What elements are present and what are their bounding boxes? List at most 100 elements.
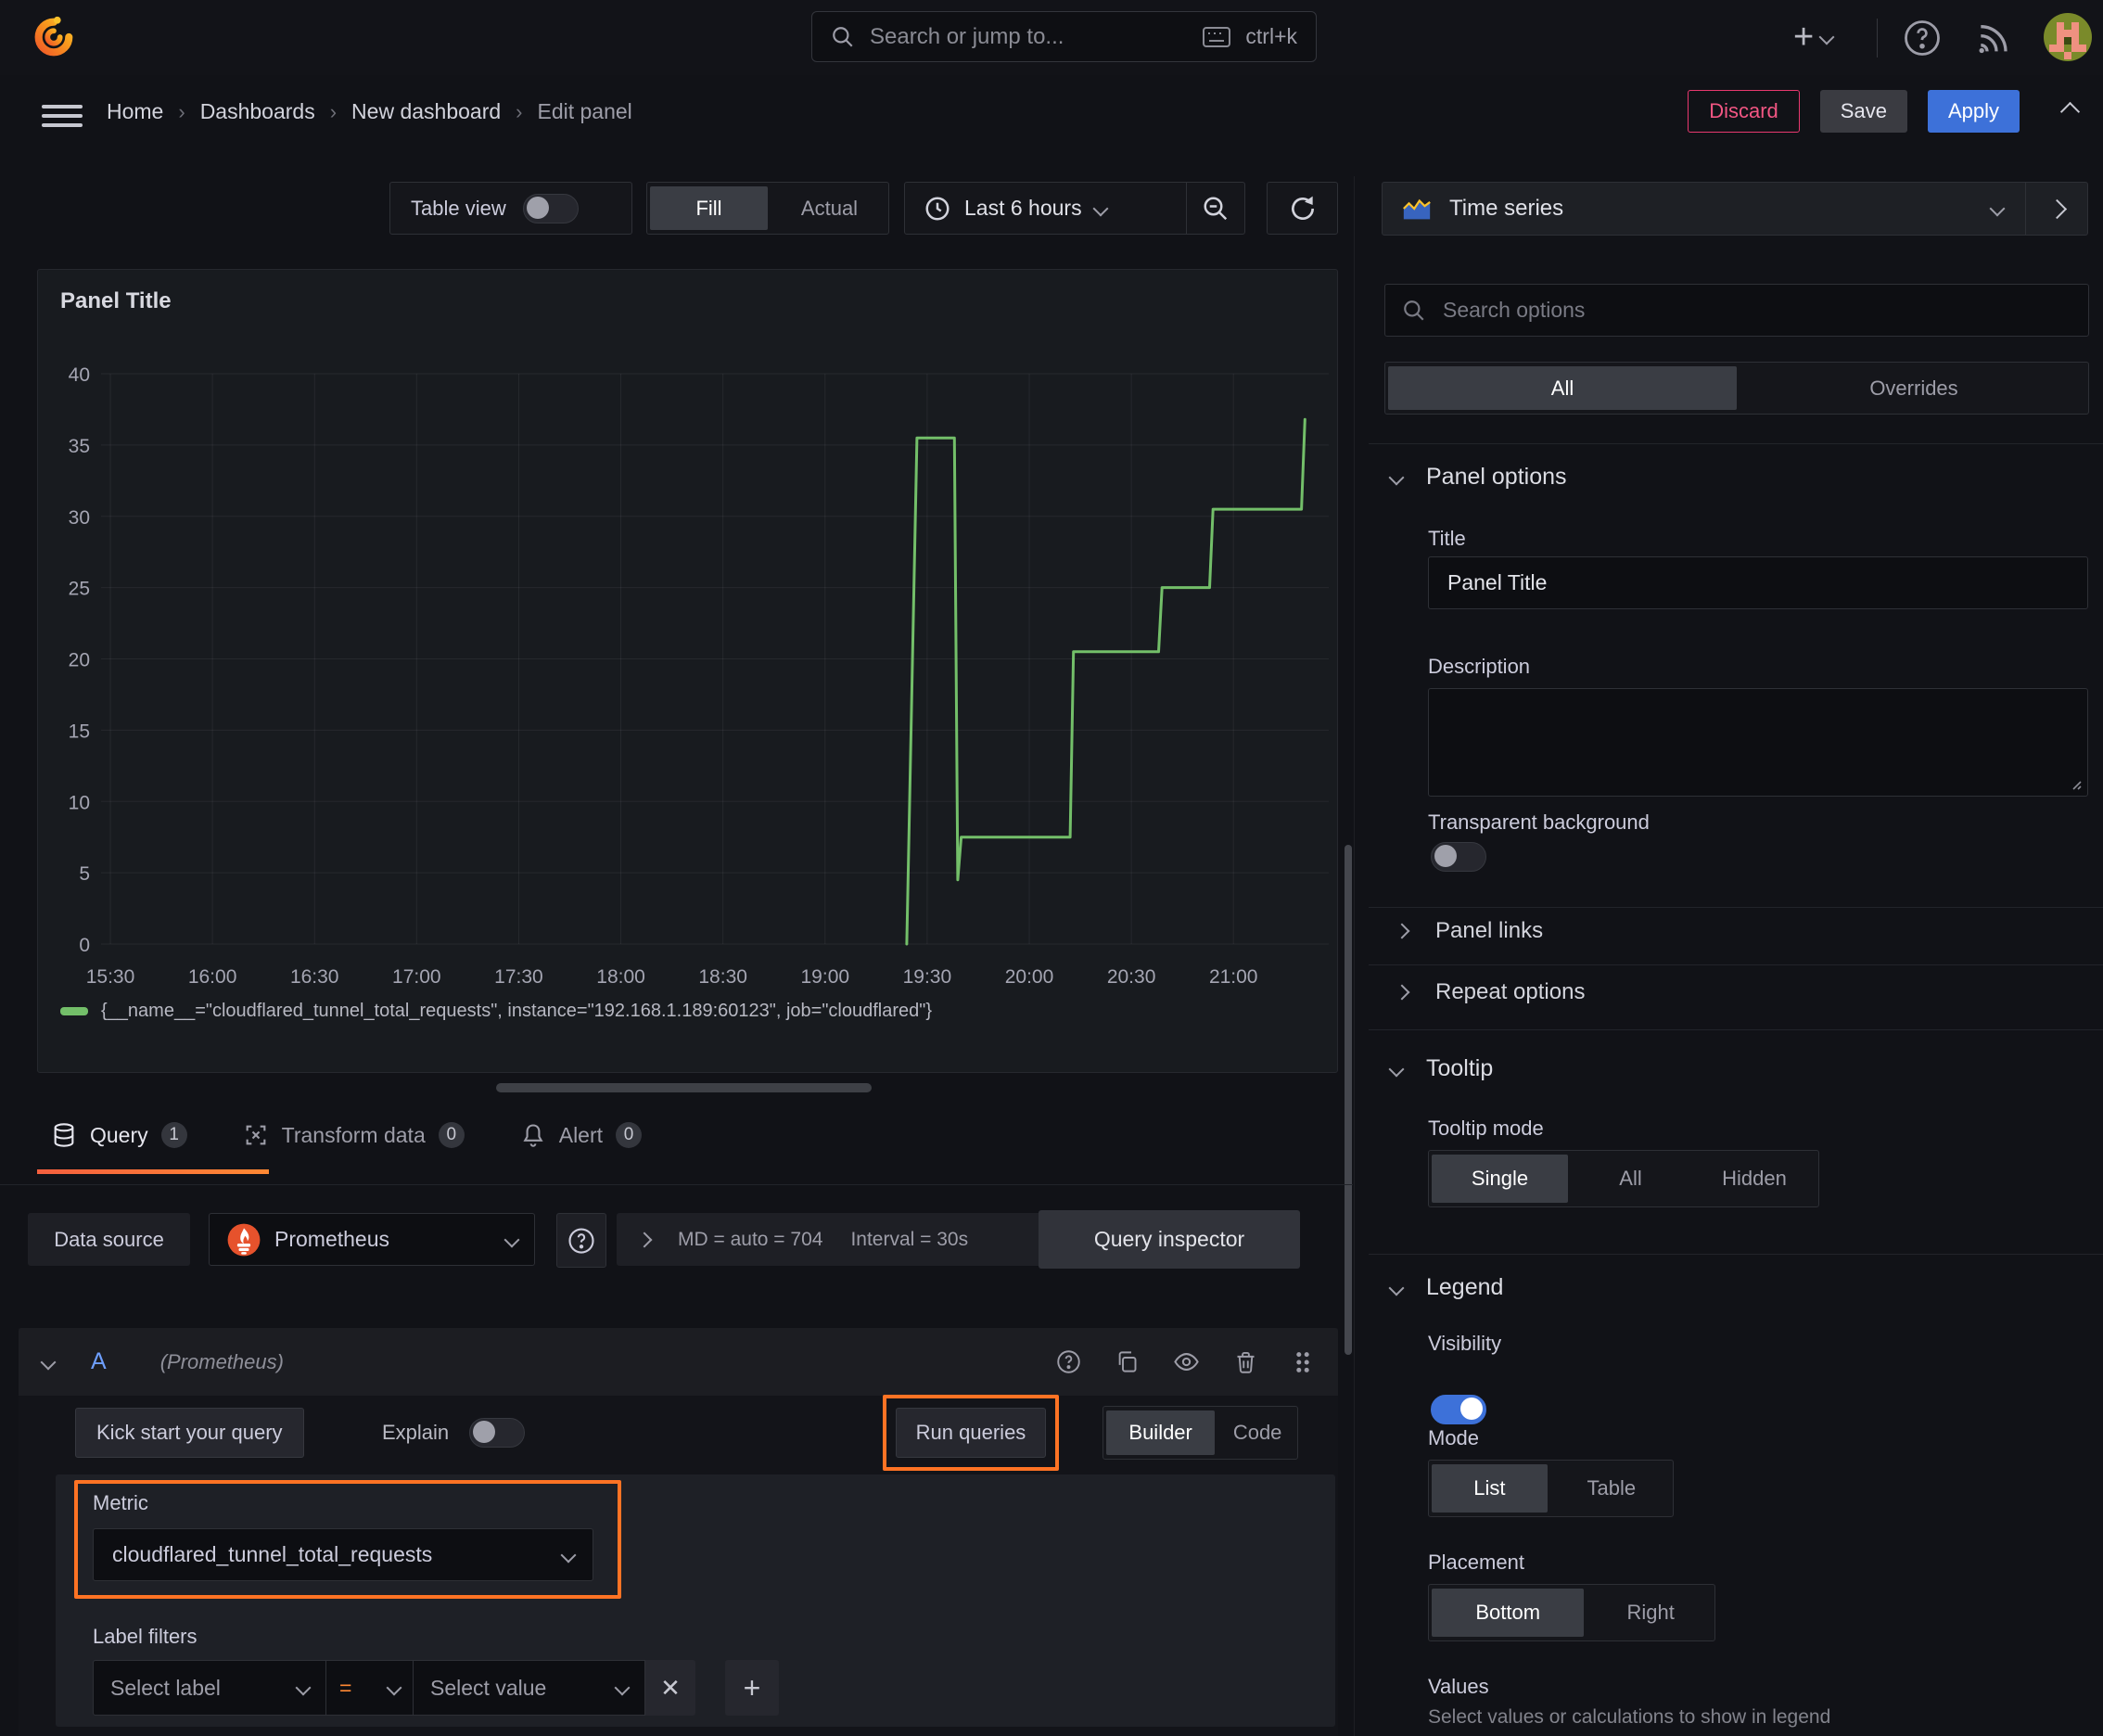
actual-option[interactable]: Actual [771, 183, 888, 234]
tab-transform[interactable]: Transform data 0 [243, 1122, 465, 1148]
description-label: Description [1428, 655, 1531, 678]
x-tick-label: 16:00 [188, 966, 237, 988]
save-button[interactable]: Save [1819, 90, 1907, 133]
remove-filter-button[interactable]: ✕ [645, 1660, 695, 1716]
query-options-summary[interactable]: MD = auto = 704 Interval = 30s [617, 1213, 1062, 1266]
add-menu-button[interactable]: + [1793, 17, 1835, 57]
datasource-picker[interactable]: Prometheus [209, 1213, 535, 1266]
time-series-chart[interactable]: 0 5 10 15 20 25 30 35 40 15:30 16:00 16:30 17:00 17:3… [38, 270, 1337, 1072]
panel-options-header[interactable]: Panel options [1388, 464, 1567, 491]
tooltip-mode-label: Tooltip mode [1428, 1117, 1544, 1140]
legend-mode-list[interactable]: List [1432, 1464, 1548, 1513]
breadcrumb-home[interactable]: Home [107, 99, 163, 124]
series-line[interactable] [905, 417, 1306, 946]
time-range-picker[interactable]: Last 6 hours [905, 195, 1186, 223]
panel-title-input[interactable] [1428, 556, 2088, 609]
discard-button[interactable]: Discard [1688, 90, 1800, 133]
options-tab-all[interactable]: All [1388, 366, 1737, 410]
placement-bottom[interactable]: Bottom [1432, 1589, 1585, 1637]
section-divider [1369, 443, 2103, 444]
zoom-out-icon[interactable] [1187, 183, 1244, 234]
x-tick-label: 17:00 [392, 966, 441, 988]
news-rss-icon[interactable] [1973, 20, 2010, 57]
tab-query[interactable]: Query 1 [51, 1122, 187, 1148]
explain-toggle[interactable] [469, 1418, 526, 1448]
section-divider [1369, 964, 2103, 965]
tooltip-mode-single[interactable]: Single [1432, 1155, 1568, 1203]
drag-handle-grip-icon[interactable] [1292, 1349, 1314, 1375]
tab-alert[interactable]: Alert 0 [520, 1122, 643, 1148]
database-icon [51, 1122, 77, 1148]
run-queries-button[interactable]: Run queries [896, 1408, 1046, 1458]
tab-transform-label: Transform data [281, 1122, 426, 1147]
legend-section-header[interactable]: Legend [1388, 1274, 1504, 1301]
toggle-viz-options-icon[interactable] [2026, 198, 2087, 219]
search-options-field[interactable] [1441, 297, 2071, 324]
code-option[interactable]: Code [1217, 1407, 1297, 1459]
help-icon[interactable] [1903, 19, 1942, 57]
grafana-logo-icon[interactable] [31, 15, 75, 59]
placement-right[interactable]: Right [1587, 1585, 1714, 1640]
breadcrumb-separator: › [329, 99, 338, 123]
query-inspector-button[interactable]: Query inspector [1039, 1210, 1300, 1269]
legend-mode-table[interactable]: Table [1550, 1461, 1673, 1516]
scrollbar-thumb[interactable] [1345, 845, 1352, 1355]
legend-swatch[interactable] [60, 1007, 88, 1015]
breadcrumb-new-dashboard[interactable]: New dashboard [351, 99, 501, 124]
keyboard-icon [1203, 26, 1231, 47]
kickstart-query-button[interactable]: Kick start your query [75, 1408, 304, 1458]
search-icon [831, 25, 855, 49]
panel-title-field[interactable] [1446, 569, 2071, 596]
repeat-options-section[interactable]: Repeat options [1394, 979, 1585, 1005]
legend-title: Legend [1426, 1274, 1504, 1300]
add-filter-button[interactable]: + [725, 1660, 779, 1716]
select-value-dropdown[interactable]: Select value [414, 1660, 645, 1716]
legend-series-name[interactable]: {__name__="cloudflared_tunnel_total_requ… [101, 1001, 932, 1022]
delete-query-trash-icon[interactable] [1233, 1349, 1258, 1374]
collapse-up-icon[interactable] [2059, 101, 2081, 123]
legend-mode-segmented: List Table [1428, 1460, 1674, 1517]
options-tab-overrides[interactable]: Overrides [1740, 363, 2088, 414]
legend-placement-segmented: Bottom Right [1428, 1584, 1715, 1641]
fill-option[interactable]: Fill [650, 186, 768, 230]
visualization-picker[interactable]: Time series [1382, 182, 2088, 236]
builder-code-segmented: Builder Code [1102, 1406, 1298, 1460]
datasource-label: Data source [28, 1213, 190, 1266]
transparent-background-toggle[interactable] [1431, 842, 1486, 872]
select-value-placeholder: Select value [430, 1675, 547, 1700]
avatar[interactable] [2044, 13, 2092, 61]
tooltip-section-header[interactable]: Tooltip [1388, 1055, 1493, 1082]
query-help-icon[interactable] [1056, 1349, 1081, 1374]
duplicate-query-icon[interactable] [1115, 1349, 1140, 1374]
panel-links-section[interactable]: Panel links [1394, 918, 1543, 944]
datasource-help-icon[interactable] [556, 1213, 606, 1268]
y-tick-label: 30 [69, 507, 90, 529]
builder-option[interactable]: Builder [1106, 1410, 1216, 1455]
chart-panel: Panel Title 0 5 10 15 20 25 30 35 40 15:30 16:00 16… [37, 269, 1338, 1073]
operator-dropdown[interactable]: = [326, 1660, 414, 1716]
hide-response-eye-icon[interactable] [1173, 1348, 1200, 1375]
apply-button[interactable]: Apply [1927, 90, 2020, 133]
tooltip-mode-all[interactable]: All [1571, 1151, 1690, 1206]
search-options-input[interactable] [1384, 284, 2089, 337]
y-tick-label: 20 [69, 650, 90, 671]
bell-icon [520, 1122, 546, 1148]
resize-handle-icon[interactable] [2069, 777, 2082, 790]
refresh-icon[interactable] [1267, 182, 1338, 235]
breadcrumb-dashboards[interactable]: Dashboards [200, 99, 315, 124]
global-search-input[interactable]: Search or jump to... ctrl+k [811, 11, 1317, 62]
metric-select[interactable]: cloudflared_tunnel_total_requests [93, 1528, 593, 1581]
tabs-divider [0, 1184, 1353, 1185]
query-row-header[interactable]: A (Prometheus) [19, 1328, 1338, 1396]
description-textarea[interactable] [1428, 688, 2088, 797]
table-view-toggle[interactable] [522, 193, 579, 223]
tooltip-mode-hidden[interactable]: Hidden [1690, 1151, 1818, 1206]
topnav-divider [1877, 19, 1878, 57]
chevron-down-icon [1388, 469, 1405, 485]
x-tick-label: 20:00 [1005, 966, 1054, 988]
hamburger-menu-icon[interactable] [42, 99, 83, 133]
metric-value: cloudflared_tunnel_total_requests [112, 1542, 433, 1566]
select-label-dropdown[interactable]: Select label [93, 1660, 326, 1716]
legend-visibility-toggle[interactable] [1431, 1395, 1486, 1424]
pane-drag-handle[interactable] [496, 1083, 872, 1092]
